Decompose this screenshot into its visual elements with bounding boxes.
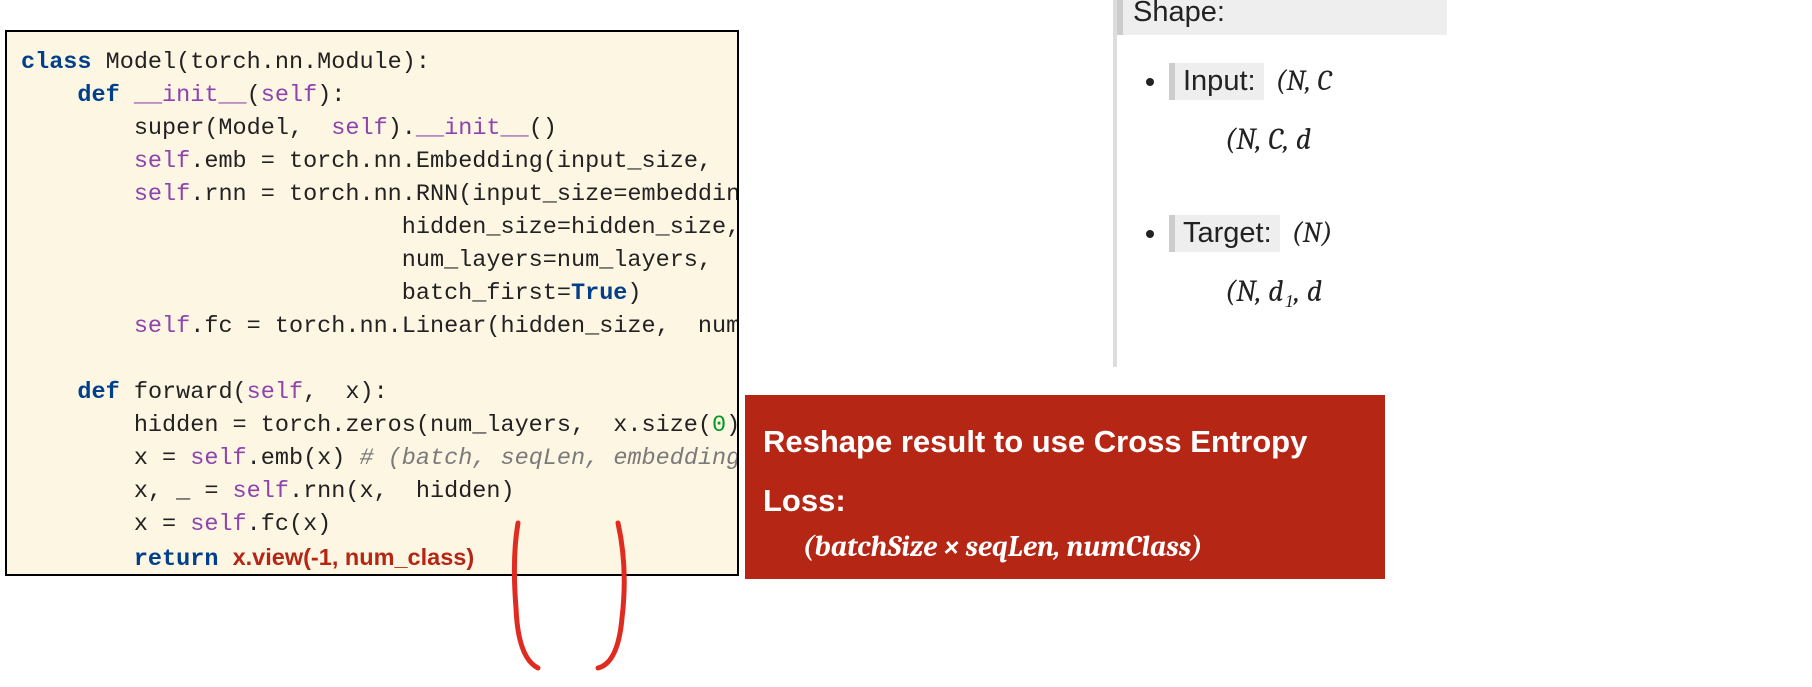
dunder-init: __init__ (134, 82, 247, 109)
shape-input-math: (N, C (1276, 65, 1332, 98)
callout-title: Reshape result to use Cross Entropy Loss… (763, 413, 1367, 531)
callout-line1: Reshape result to use Cross Entropy (763, 424, 1307, 459)
code-text: .emb = torch.nn.Embedding(input_size, em… (190, 148, 739, 175)
code-text: x, _ = (21, 478, 233, 505)
kw-class: class (21, 49, 92, 76)
kw-self: self (190, 445, 246, 472)
kw-self: self (331, 115, 387, 142)
shape-target-label: Target: (1169, 215, 1280, 252)
code-text: ). (388, 115, 416, 142)
code-text: () (529, 115, 557, 142)
kw-self: self (134, 313, 190, 340)
code-text: .rnn = torch.nn.RNN(input_size=embedding… (190, 181, 739, 208)
return-expression: x.view(-1, num_class) (233, 544, 475, 570)
shape-list: Input: (N, C (N, C, d Target: (N) (N, d₁… (1169, 63, 1447, 309)
callout-formula: (batchSize × seqLen, numClass) (763, 531, 1367, 564)
kw-def: def (77, 82, 119, 109)
code-text: ) (627, 280, 641, 307)
shape-panel: Shape: Input: (N, C (N, C, d Target: (N)… (1113, 0, 1447, 367)
code-text: hidden_size=hidden_size, (21, 214, 739, 241)
reshape-callout: Reshape result to use Cross Entropy Loss… (745, 395, 1385, 579)
kw-self: self (247, 379, 303, 406)
shape-input-sub: (N, C, d (1225, 122, 1447, 157)
kw-def: def (77, 379, 119, 406)
callout-line2: Loss: (763, 483, 846, 518)
code-text: Model(torch.nn.Module): (92, 49, 430, 76)
code-text: super(Model, (21, 115, 331, 142)
code-text: ), hidden_size) (726, 412, 739, 439)
code-text: , x): (303, 379, 388, 406)
code-text: .rnn(x, hidden) (289, 478, 515, 505)
dunder-init: __init__ (416, 115, 529, 142)
kw-self: self (134, 181, 190, 208)
kw-self: self (134, 148, 190, 175)
code-text: .emb(x) (247, 445, 360, 472)
code-text: num_layers=num_layers, (21, 247, 712, 274)
code-text: ): (317, 82, 345, 109)
code-text: x = (21, 511, 190, 538)
shape-item-input: Input: (N, C (N, C, d (1169, 63, 1447, 157)
shape-heading: Shape: (1117, 0, 1447, 35)
kw-self: self (261, 82, 317, 109)
kw-self: self (233, 478, 289, 505)
num-zero: 0 (712, 412, 726, 439)
shape-target-math: (N) (1292, 217, 1333, 250)
code-text: forward( (120, 379, 247, 406)
code-text: x = (21, 445, 190, 472)
code-block: class Model(torch.nn.Module): def __init… (5, 30, 739, 576)
shape-item-target: Target: (N) (N, d₁, d (1169, 215, 1447, 309)
code-comment: # (batch, seqLen, embeddingSize) (359, 445, 739, 472)
code-text: .fc(x) (247, 511, 332, 538)
code-text: .fc = torch.nn.Linear(hidden_size, num_c… (190, 313, 739, 340)
shape-input-label: Input: (1169, 63, 1264, 100)
code-text: ( (247, 82, 261, 109)
kw-true: True (571, 280, 627, 307)
kw-return: return (134, 546, 219, 573)
code-text: hidden = torch.zeros(num_layers, x.size( (21, 412, 712, 439)
kw-self: self (190, 511, 246, 538)
shape-target-sub: (N, d₁, d (1225, 274, 1447, 309)
code-text: batch_first= (21, 280, 571, 307)
